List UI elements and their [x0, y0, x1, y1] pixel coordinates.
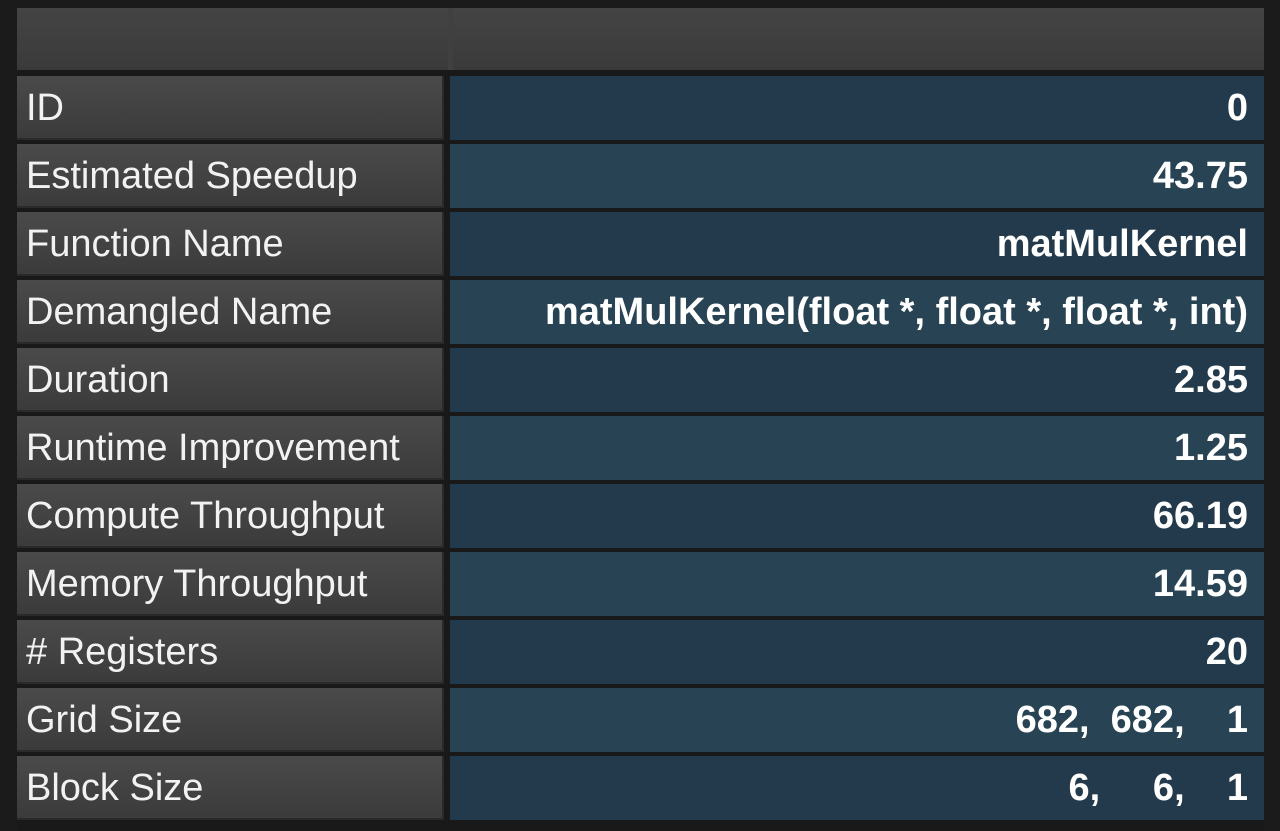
row-value: matMulKernel [450, 212, 1264, 276]
table-row-registers[interactable]: # Registers 20 [17, 620, 1264, 684]
table-row-estimated-speedup[interactable]: Estimated Speedup 43.75 [17, 144, 1264, 208]
row-label: Demangled Name [17, 280, 444, 344]
row-label: Estimated Speedup [17, 144, 444, 208]
row-value: 6, 6, 1 [450, 756, 1264, 820]
table-row-grid-size[interactable]: Grid Size 682, 682, 1 [17, 688, 1264, 752]
row-value: 2.85 [450, 348, 1264, 412]
row-value: 14.59 [450, 552, 1264, 616]
table-row-demangled-name[interactable]: Demangled Name matMulKernel(float *, flo… [17, 280, 1264, 344]
row-label: Runtime Improvement [17, 416, 444, 480]
header-cell-name[interactable] [17, 8, 448, 70]
table-row-id[interactable]: ID 0 [17, 76, 1264, 140]
row-value: 0 [450, 76, 1264, 140]
row-label: Duration [17, 348, 444, 412]
row-label: Block Size [17, 756, 444, 820]
row-label: Function Name [17, 212, 444, 276]
table-header [17, 8, 1264, 70]
table-row-duration[interactable]: Duration 2.85 [17, 348, 1264, 412]
row-label: Memory Throughput [17, 552, 444, 616]
row-value: 1.25 [450, 416, 1264, 480]
row-label: # Registers [17, 620, 444, 684]
row-label: Grid Size [17, 688, 444, 752]
row-value: 43.75 [450, 144, 1264, 208]
table-row-block-size[interactable]: Block Size 6, 6, 1 [17, 756, 1264, 820]
row-label: Compute Throughput [17, 484, 444, 548]
row-value: 682, 682, 1 [450, 688, 1264, 752]
row-value: 66.19 [450, 484, 1264, 548]
properties-table: ID 0 Estimated Speedup 43.75 Function Na… [17, 8, 1264, 831]
table-row-function-name[interactable]: Function Name matMulKernel [17, 212, 1264, 276]
row-value: matMulKernel(float *, float *, float *, … [450, 280, 1264, 344]
row-value: 20 [450, 620, 1264, 684]
table-row-memory-throughput[interactable]: Memory Throughput 14.59 [17, 552, 1264, 616]
table-row-compute-throughput[interactable]: Compute Throughput 66.19 [17, 484, 1264, 548]
row-label: ID [17, 76, 444, 140]
table-row-runtime-improvement[interactable]: Runtime Improvement 1.25 [17, 416, 1264, 480]
header-cell-value[interactable] [453, 8, 1264, 70]
